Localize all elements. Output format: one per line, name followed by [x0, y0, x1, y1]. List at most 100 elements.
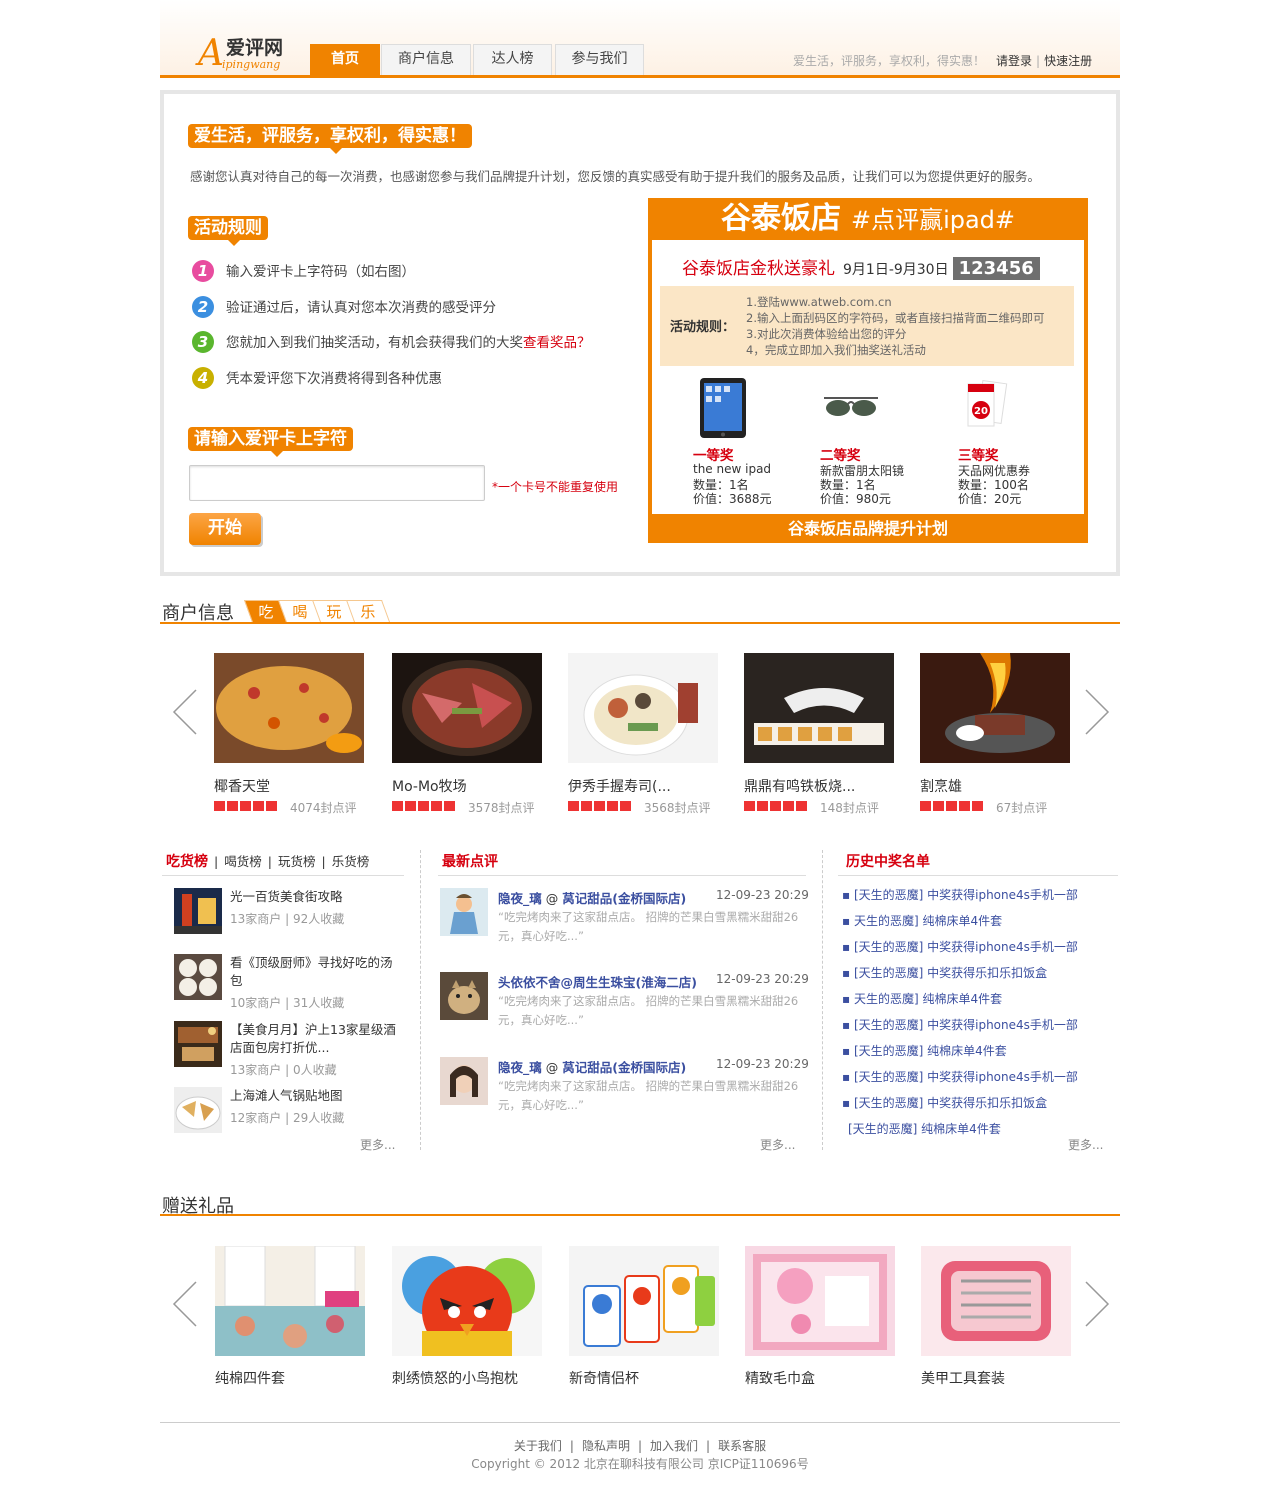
carousel-next-icon[interactable]	[1084, 1280, 1110, 1328]
review-date: 12-09-23 20:29	[716, 972, 809, 986]
promo-subtitle: 谷泰饭店金秋送豪礼 9月1日-9月30日 123456	[682, 254, 1040, 280]
ranking-thumb	[174, 888, 222, 934]
promo-code: 123456	[952, 257, 1040, 280]
review-date: 12-09-23 20:29	[716, 888, 809, 902]
winner-item[interactable]: ▪ 天生的恶魔] 纯棉床单4件套	[842, 990, 1002, 1007]
gift-photo[interactable]	[745, 1246, 895, 1356]
prize-third: 20 三等奖 天品网优惠券 数量：100名 价值：20元	[958, 378, 1078, 508]
tab-drink-ranking[interactable]: 喝货榜	[224, 854, 262, 869]
winner-item[interactable]: ▪ [天生的恶魔] 中奖获得iphone4s手机一部	[842, 938, 1078, 955]
promo-rules: 活动规则： 1.登陆www.atweb.com.cn 2.输入上面刮码区的字符码…	[660, 286, 1074, 366]
user-avatar[interactable]	[440, 1057, 488, 1105]
reviews-title: 最新点评	[442, 854, 498, 870]
activity-panel: 爱生活，评服务，享权利，得实惠！ 感谢您认真对待自己的每一次消费，也感谢您参与我…	[160, 90, 1120, 576]
login-link[interactable]: 请登录	[996, 54, 1032, 68]
rating-stars	[920, 801, 984, 811]
rating-stars	[392, 801, 456, 811]
winner-item[interactable]: [天生的恶魔] 纯棉床单4件套	[848, 1120, 1001, 1137]
header: A 爱评网 ipingwang 首页 商户信息 达人榜 参与我们 爱生活，评服务…	[160, 0, 1120, 78]
merchant-photo[interactable]	[392, 653, 542, 763]
winner-item[interactable]: ▪ [天生的恶魔] 纯棉床单4件套	[842, 1042, 1007, 1059]
rating-stars	[214, 801, 278, 811]
step-1-icon: 1	[192, 260, 214, 282]
review-shop[interactable]: 莴记甜品(金桥国际店)	[562, 1060, 686, 1075]
tab-fun-ranking[interactable]: 乐货榜	[332, 854, 370, 869]
winner-item[interactable]: ▪ [天生的恶魔] 中奖获得乐扣乐扣饭盒	[842, 964, 1047, 981]
sunglasses-icon	[822, 378, 880, 440]
review-content: “吃完烤肉来了这家甜点店。 招牌的芒果白雪黑糯米甜甜26元，真心好吃...”	[498, 910, 799, 943]
carousel-next-icon[interactable]	[1084, 688, 1110, 736]
account-links: 请登录 | 快速注册	[996, 54, 1093, 68]
about-link[interactable]: 关于我们	[514, 1439, 562, 1453]
step-4-icon: 4	[192, 367, 214, 389]
carousel-prev-icon[interactable]	[172, 1280, 198, 1328]
rules-badge: 活动规则	[188, 216, 268, 246]
promo-footer: 谷泰饭店品牌提升计划	[787, 519, 948, 538]
nav-tab-merchants[interactable]: 商户信息	[381, 44, 471, 75]
ipad-icon	[695, 378, 753, 440]
tab-eat-ranking[interactable]: 吃货榜	[166, 854, 208, 870]
tab-fun[interactable]: 乐	[345, 600, 391, 622]
logo-subtext: ipingwang	[222, 58, 281, 71]
step-2-icon: 2	[192, 296, 214, 318]
ranking-thumb	[174, 1087, 222, 1133]
hero-description: 感谢您认真对待自己的每一次消费，也感谢您参与我们品牌提升计划，您反馈的真实感受有…	[190, 169, 1041, 184]
gift-photo[interactable]	[921, 1246, 1071, 1356]
review-user[interactable]: 隐夜_璃	[498, 1060, 542, 1075]
nav-tab-home[interactable]: 首页	[310, 44, 380, 75]
input-note: *一个卡号不能重复使用	[492, 480, 619, 494]
prize-first: 一等奖 the new ipad 数量：1名 价值：3688元	[693, 378, 813, 508]
hero-badge: 爱生活，评服务，享权利，得实惠！	[188, 124, 472, 154]
promo-card: 谷泰饭店 #点评赢ipad# 谷泰饭店金秋送豪礼 9月1日-9月30日 123456 …	[648, 198, 1088, 543]
join-link[interactable]: 加入我们	[650, 1439, 698, 1453]
gifts-divider	[160, 1214, 1120, 1216]
user-avatar[interactable]	[440, 888, 488, 936]
review-content: “吃完烤肉来了这家甜点店。 招牌的芒果白雪黑糯米甜甜26元，真心好吃...”	[498, 994, 799, 1027]
input-badge: 请输入爱评卡上字符	[188, 427, 353, 457]
logo-text: 爱评网	[226, 37, 284, 59]
footer-links: 关于我们 | 隐私声明 | 加入我们 | 联系客服	[513, 1439, 767, 1453]
review-user[interactable]: 头依依不舍@周生生珠宝(淮海二店)	[498, 975, 697, 990]
tab-play-ranking[interactable]: 玩货榜	[278, 854, 316, 869]
gift-photo[interactable]	[392, 1246, 542, 1356]
register-link[interactable]: 快速注册	[1044, 54, 1092, 68]
rankings-more-link[interactable]: 更多...	[360, 1136, 395, 1153]
gift-photo[interactable]	[215, 1246, 365, 1356]
winner-item[interactable]: ▪ 天生的恶魔] 纯棉床单4件套	[842, 912, 1002, 929]
ranking-tabs: 吃货榜 | 喝货榜 | 玩货榜 | 乐货榜	[166, 854, 370, 870]
review-shop[interactable]: 莴记甜品(金桥国际店)	[562, 891, 686, 906]
merchant-photo[interactable]	[920, 653, 1070, 763]
merchant-photo[interactable]	[214, 653, 364, 763]
user-avatar[interactable]	[440, 972, 488, 1020]
coupon-icon: 20	[960, 378, 1018, 440]
copyright: Copyright © 2012 北京在聊科技有限公司 京ICP证110696号	[471, 1457, 809, 1471]
winner-item[interactable]: ▪ [天生的恶魔] 中奖获得iphone4s手机一部	[842, 1016, 1078, 1033]
merchant-photo[interactable]	[568, 653, 718, 763]
logo[interactable]: A 爱评网 ipingwang	[198, 36, 298, 76]
review-user[interactable]: 隐夜_璃	[498, 891, 542, 906]
nav-tab-experts[interactable]: 达人榜	[473, 44, 552, 75]
ranking-thumb	[174, 1021, 222, 1067]
nav-tab-join[interactable]: 参与我们	[555, 44, 644, 75]
card-code-input[interactable]	[189, 465, 485, 501]
rating-stars	[568, 801, 632, 811]
winner-item[interactable]: ▪ [天生的恶魔] 中奖获得iphone4s手机一部	[842, 1068, 1078, 1085]
header-slogan: 爱生活，评服务，享权利，得实惠！	[793, 54, 986, 68]
winners-more-link[interactable]: 更多...	[1068, 1136, 1103, 1153]
winners-title: 历史中奖名单	[846, 854, 930, 870]
prize-second: 二等奖 新款雷朋太阳镜 数量：1名 价值：980元	[820, 378, 940, 508]
view-prizes-link[interactable]: 查看奖品？	[523, 335, 591, 351]
winner-item[interactable]: ▪ [天生的恶魔] 中奖获得iphone4s手机一部	[842, 886, 1078, 903]
reviews-more-link[interactable]: 更多...	[760, 1136, 795, 1153]
contact-link[interactable]: 联系客服	[718, 1439, 766, 1453]
winner-item[interactable]: ▪ [天生的恶魔] 中奖获得乐扣乐扣饭盒	[842, 1094, 1047, 1111]
promo-title: 谷泰饭店 #点评赢ipad#	[720, 201, 1016, 236]
ranking-thumb	[174, 954, 222, 1000]
carousel-prev-icon[interactable]	[172, 688, 198, 736]
privacy-link[interactable]: 隐私声明	[582, 1439, 630, 1453]
merchants-divider	[160, 622, 1120, 624]
merchant-photo[interactable]	[744, 653, 894, 763]
gift-photo[interactable]	[569, 1246, 719, 1356]
review-content: “吃完烤肉来了这家甜点店。 招牌的芒果白雪黑糯米甜甜26元，真心好吃...”	[498, 1079, 799, 1112]
start-button[interactable]: 开始	[189, 513, 261, 545]
